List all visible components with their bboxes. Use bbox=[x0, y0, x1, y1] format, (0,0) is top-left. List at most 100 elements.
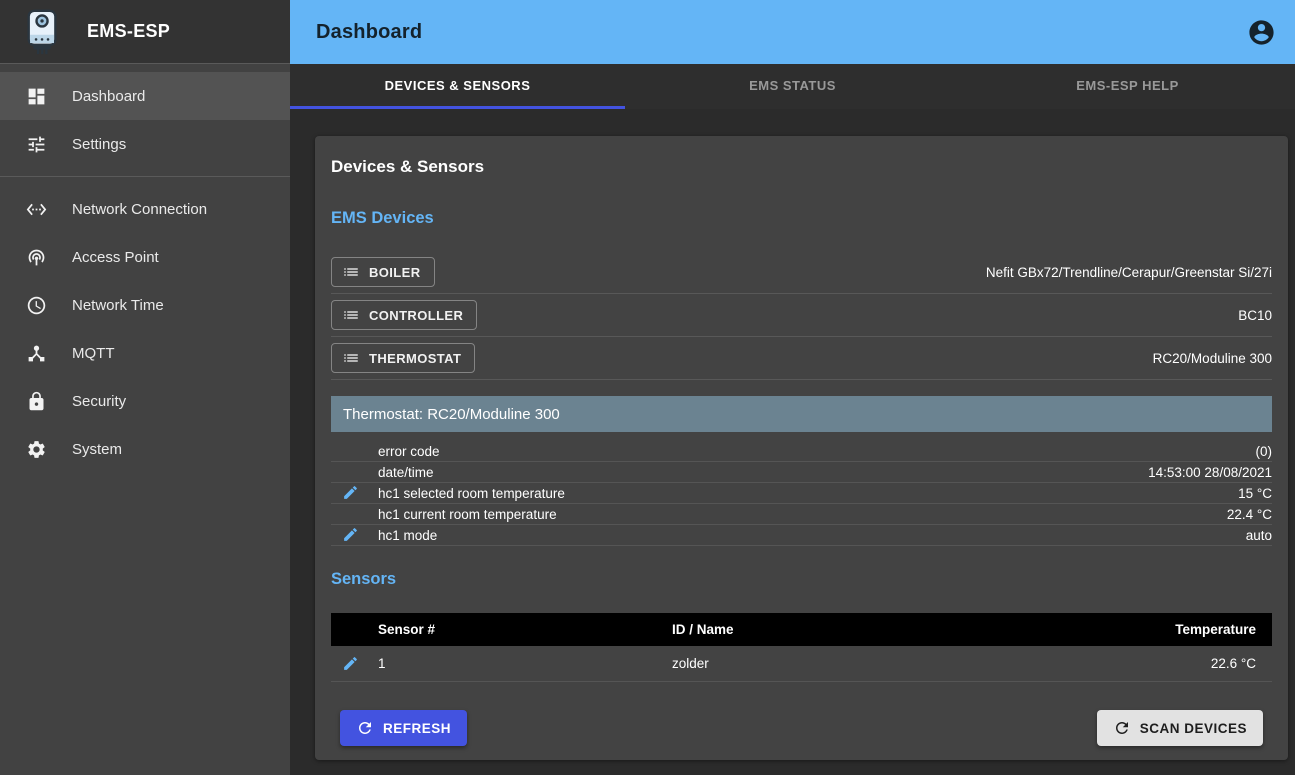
gear-icon bbox=[24, 437, 48, 461]
lock-icon bbox=[24, 389, 48, 413]
sidebar-nav: Dashboard Settings Network Connection Ac bbox=[0, 64, 290, 473]
device-hub-icon bbox=[24, 341, 48, 365]
sidebar-item-label: MQTT bbox=[72, 345, 115, 362]
ems-esp-logo-icon bbox=[24, 9, 61, 55]
detail-row-hc1-mode: hc1 mode auto bbox=[331, 525, 1272, 546]
sidebar-item-label: Network Time bbox=[72, 297, 164, 314]
detail-label: hc1 selected room temperature bbox=[378, 486, 1238, 501]
edit-button[interactable] bbox=[342, 655, 360, 673]
tab-ems-status[interactable]: EMS STATUS bbox=[625, 64, 960, 109]
sidebar-item-access-point[interactable]: Access Point bbox=[0, 233, 290, 281]
list-icon bbox=[342, 306, 360, 324]
column-temperature: Temperature bbox=[1175, 622, 1272, 637]
list-icon bbox=[342, 349, 360, 367]
device-model: Nefit GBx72/Trendline/Cerapur/Greenstar … bbox=[986, 265, 1272, 280]
sidebar-item-mqtt[interactable]: MQTT bbox=[0, 329, 290, 377]
tab-devices-sensors[interactable]: DEVICES & SENSORS bbox=[290, 64, 625, 109]
tune-icon bbox=[24, 132, 48, 156]
sensors-table: Sensor # ID / Name Temperature 1 zolder … bbox=[331, 613, 1272, 682]
sidebar-divider bbox=[0, 176, 290, 177]
detail-label: hc1 current room temperature bbox=[378, 507, 1227, 522]
sidebar-item-system[interactable]: System bbox=[0, 425, 290, 473]
sidebar-item-settings[interactable]: Settings bbox=[0, 120, 290, 168]
detail-label: hc1 mode bbox=[378, 528, 1246, 543]
sensors-table-header: Sensor # ID / Name Temperature bbox=[331, 613, 1272, 646]
sidebar-header: EMS-ESP bbox=[0, 0, 290, 64]
content-column: Dashboard DEVICES & SENSORS EMS STATUS E… bbox=[290, 0, 1295, 775]
boiler-button[interactable]: BOILER bbox=[331, 257, 435, 287]
list-icon bbox=[342, 263, 360, 281]
column-sensor-number: Sensor # bbox=[378, 622, 672, 637]
pencil-icon bbox=[342, 526, 359, 544]
action-buttons-row: REFRESH SCAN DEVICES bbox=[331, 710, 1272, 746]
thermostat-button[interactable]: THERMOSTAT bbox=[331, 343, 475, 373]
account-circle-icon bbox=[1247, 18, 1276, 47]
scan-devices-button[interactable]: SCAN DEVICES bbox=[1097, 710, 1263, 746]
thermostat-detail-rows: error code (0) date/time 14:53:00 28/08/… bbox=[331, 441, 1272, 546]
wifi-tethering-icon bbox=[24, 245, 48, 269]
controller-button[interactable]: CONTROLLER bbox=[331, 300, 477, 330]
page-title: Dashboard bbox=[316, 21, 422, 44]
edit-button[interactable] bbox=[342, 484, 360, 502]
device-model: BC10 bbox=[1238, 308, 1272, 323]
detail-row-error-code: error code (0) bbox=[331, 441, 1272, 462]
edit-button[interactable] bbox=[342, 526, 360, 544]
tab-bar: DEVICES & SENSORS EMS STATUS EMS-ESP HEL… bbox=[290, 64, 1295, 109]
sidebar-item-label: Access Point bbox=[72, 249, 159, 266]
thermostat-detail-header: Thermostat: RC20/Moduline 300 bbox=[331, 396, 1272, 432]
sidebar-item-security[interactable]: Security bbox=[0, 377, 290, 425]
ems-device-list: BOILER Nefit GBx72/Trendline/Cerapur/Gre… bbox=[331, 251, 1272, 380]
detail-row-date-time: date/time 14:53:00 28/08/2021 bbox=[331, 462, 1272, 483]
detail-value: 14:53:00 28/08/2021 bbox=[1148, 465, 1272, 480]
refresh-icon bbox=[1113, 719, 1131, 737]
sidebar-item-network-connection[interactable]: Network Connection bbox=[0, 185, 290, 233]
clock-icon bbox=[24, 293, 48, 317]
device-type-label: THERMOSTAT bbox=[369, 351, 461, 366]
sidebar: EMS-ESP Dashboard Settings Network C bbox=[0, 0, 290, 775]
detail-label: date/time bbox=[378, 465, 1148, 480]
sidebar-item-label: Dashboard bbox=[72, 88, 145, 105]
main-area: Devices & Sensors EMS Devices BOILER Nef… bbox=[290, 109, 1295, 775]
sidebar-item-dashboard[interactable]: Dashboard bbox=[0, 72, 290, 120]
sensor-temperature: 22.6 °C bbox=[1211, 656, 1272, 671]
detail-row-hc1-selected-temp: hc1 selected room temperature 15 °C bbox=[331, 483, 1272, 504]
sidebar-item-network-time[interactable]: Network Time bbox=[0, 281, 290, 329]
device-type-label: BOILER bbox=[369, 265, 421, 280]
device-model: RC20/Moduline 300 bbox=[1153, 351, 1272, 366]
device-row-controller: CONTROLLER BC10 bbox=[331, 294, 1272, 337]
detail-row-hc1-current-temp: hc1 current room temperature 22.4 °C bbox=[331, 504, 1272, 525]
refresh-button[interactable]: REFRESH bbox=[340, 710, 467, 746]
device-type-label: CONTROLLER bbox=[369, 308, 463, 323]
detail-value: auto bbox=[1246, 528, 1272, 543]
dashboard-icon bbox=[24, 84, 48, 108]
ems-devices-heading: EMS Devices bbox=[331, 209, 1272, 228]
devices-sensors-card: Devices & Sensors EMS Devices BOILER Nef… bbox=[315, 136, 1288, 760]
sensor-number: 1 bbox=[378, 656, 672, 671]
sensor-row: 1 zolder 22.6 °C bbox=[331, 646, 1272, 682]
sidebar-item-label: Settings bbox=[72, 136, 126, 153]
ethernet-icon bbox=[24, 197, 48, 221]
refresh-icon bbox=[356, 719, 374, 737]
sidebar-item-label: Security bbox=[72, 393, 126, 410]
sensor-name: zolder bbox=[672, 656, 1211, 671]
sidebar-item-label: System bbox=[72, 441, 122, 458]
detail-label: error code bbox=[378, 444, 1256, 459]
appbar: Dashboard bbox=[290, 0, 1295, 64]
panel-title: Devices & Sensors bbox=[331, 157, 1272, 177]
account-button[interactable] bbox=[1245, 16, 1277, 48]
pencil-icon bbox=[342, 484, 359, 502]
detail-value: (0) bbox=[1256, 444, 1273, 459]
scan-devices-button-label: SCAN DEVICES bbox=[1140, 721, 1247, 736]
tab-ems-esp-help[interactable]: EMS-ESP HELP bbox=[960, 64, 1295, 109]
column-id-name: ID / Name bbox=[672, 622, 1175, 637]
app-root: EMS-ESP Dashboard Settings Network C bbox=[0, 0, 1295, 775]
sensors-heading: Sensors bbox=[331, 570, 1272, 589]
pencil-icon bbox=[342, 655, 359, 673]
detail-value: 22.4 °C bbox=[1227, 507, 1272, 522]
app-title: EMS-ESP bbox=[87, 21, 170, 42]
refresh-button-label: REFRESH bbox=[383, 721, 451, 736]
sidebar-item-label: Network Connection bbox=[72, 201, 207, 218]
device-row-thermostat: THERMOSTAT RC20/Moduline 300 bbox=[331, 337, 1272, 380]
device-row-boiler: BOILER Nefit GBx72/Trendline/Cerapur/Gre… bbox=[331, 251, 1272, 294]
detail-value: 15 °C bbox=[1238, 486, 1272, 501]
